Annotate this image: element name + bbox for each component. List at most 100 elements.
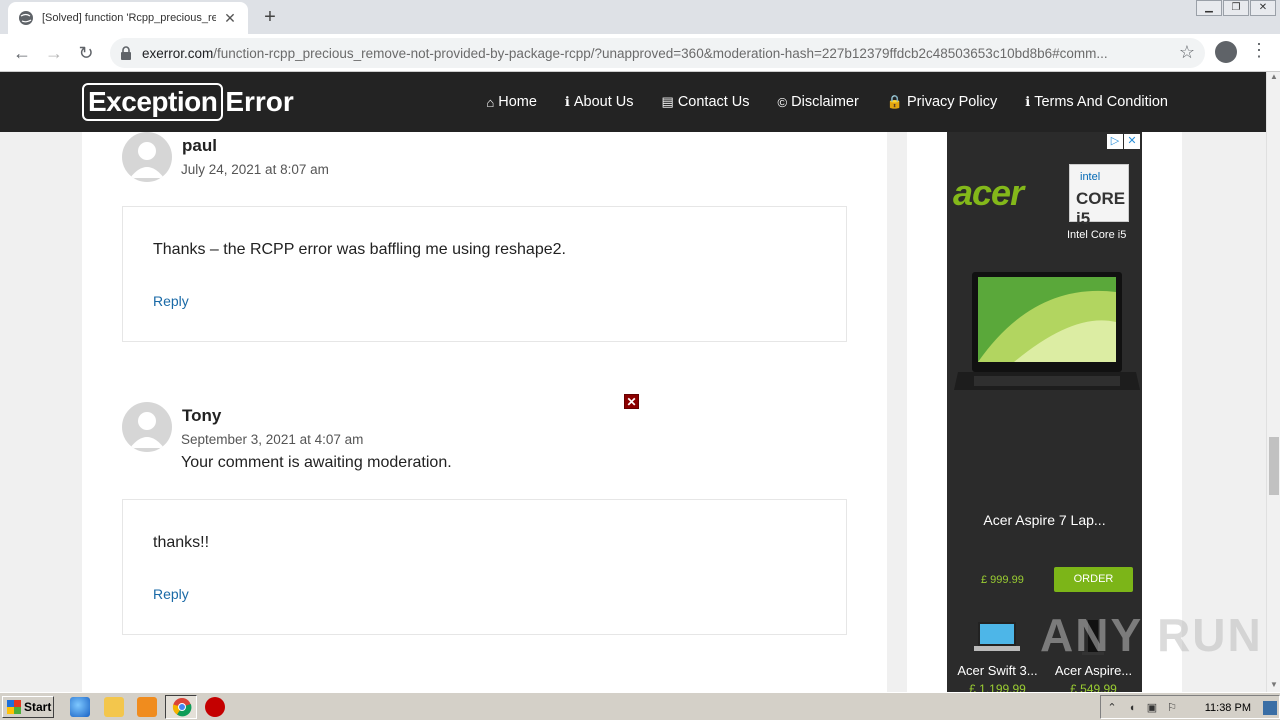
logo-rest: Error — [225, 86, 294, 117]
windows-flag-icon — [7, 700, 21, 714]
ad-dismiss-icon[interactable]: ✕ — [1124, 134, 1140, 149]
ie-icon[interactable] — [70, 697, 90, 717]
show-desktop-button[interactable] — [1263, 701, 1277, 715]
lock-icon: 🔒 — [886, 94, 903, 109]
home-icon: ⌂ — [486, 94, 495, 110]
ad-product-price: £ 1,199.99 — [969, 682, 1026, 692]
copyright-icon: © — [777, 94, 788, 110]
url-text: exerror.com/function-rcpp_precious_remov… — [142, 46, 1172, 61]
nav-home[interactable]: ⌂ Home — [486, 94, 537, 110]
page-scrollbar[interactable]: ▲ ▼ — [1266, 72, 1280, 692]
info-circle-icon: ℹ — [1025, 94, 1031, 109]
new-tab-button[interactable]: + — [258, 6, 282, 28]
default-avatar-icon — [130, 412, 164, 448]
profile-avatar-icon[interactable] — [1215, 41, 1237, 63]
order-button[interactable]: ORDER — [1054, 567, 1133, 592]
taskbar-chrome-button[interactable] — [165, 695, 197, 719]
nav-privacy-label: Privacy Policy — [907, 94, 998, 110]
ad-product-price: £ 549.99 — [1070, 682, 1117, 692]
site-logo[interactable]: Exception Error — [82, 82, 294, 122]
nav-about-us[interactable]: ℹ About Us — [565, 94, 634, 110]
folder-icon[interactable] — [104, 697, 124, 717]
nav-privacy-policy[interactable]: 🔒 Privacy Policy — [887, 94, 997, 110]
bookmark-star-icon[interactable]: ☆ — [1179, 42, 1195, 63]
tray-expand-icon[interactable]: ⌃ — [1105, 701, 1119, 715]
action-center-flag-icon[interactable]: ⚐ — [1165, 701, 1179, 715]
nav-contact-us[interactable]: ▤ Contact Us — [662, 94, 750, 110]
adchoices[interactable]: ▷ ✕ — [1106, 134, 1140, 149]
browser-toolbar: ← → ↻ exerror.com/function-rcpp_precious… — [0, 34, 1280, 72]
ad-product-name: Acer Swift 3... — [957, 663, 1038, 678]
default-avatar-icon — [130, 142, 164, 178]
laptop-image — [954, 272, 1140, 390]
intel-badge: intel CORE i5 — [1069, 164, 1129, 228]
comment-date[interactable]: July 24, 2021 at 8:07 am — [181, 162, 329, 177]
nav-terms-label: Terms And Condition — [1034, 94, 1168, 110]
intel-badge-line1: intel — [1080, 171, 1101, 183]
reload-button[interactable]: ↻ — [74, 41, 98, 65]
minimize-button[interactable]: ▁ — [1196, 0, 1222, 16]
ad-close-icon[interactable]: ✕ — [624, 394, 639, 409]
comment-date[interactable]: September 3, 2021 at 4:07 am — [181, 432, 363, 447]
lock-icon — [121, 46, 131, 60]
globe-icon — [19, 11, 33, 25]
comment-author[interactable]: paul — [182, 136, 217, 156]
product-title[interactable]: Acer Aspire 7 Lap... — [947, 512, 1142, 528]
avatar — [122, 402, 172, 452]
acer-logo: acer — [953, 172, 1024, 213]
tab-strip: [Solved] function 'Rcpp_precious_re ✕ + … — [0, 0, 1280, 34]
address-card-icon: ▤ — [661, 94, 674, 109]
forward-button[interactable]: → — [42, 41, 66, 65]
menu-kebab-icon[interactable]: ⋮ — [1250, 40, 1268, 61]
close-window-button[interactable]: ✕ — [1250, 0, 1276, 16]
comment-text: Thanks – the RCPP error was baffling me … — [153, 241, 566, 258]
start-label: Start — [24, 700, 52, 714]
comment-author: Tony — [182, 406, 222, 425]
watermark: ANY RUN — [1040, 609, 1263, 661]
nav-disclaimer-label: Disclaimer — [791, 94, 859, 110]
logo-box: Exception — [82, 83, 224, 121]
product-price: £ 999.99 — [981, 574, 1024, 586]
avatar — [122, 132, 172, 182]
window-controls: ▁ ❐ ✕ — [1195, 0, 1276, 18]
comment-body: thanks!! Reply — [122, 499, 847, 635]
media-player-icon[interactable] — [137, 697, 157, 717]
nav-about-label: About Us — [573, 94, 634, 110]
taskbar-clock[interactable]: 11:38 PM — [1205, 702, 1251, 714]
system-tray: ⌃ ◖ ▣ ⚐ 11:38 PM — [1100, 695, 1280, 719]
laptop-thumbnail — [974, 622, 1020, 651]
chrome-icon — [172, 698, 192, 717]
reply-link[interactable]: Reply — [153, 586, 189, 602]
volume-icon[interactable]: ◖ — [1125, 701, 1139, 715]
comment-text: thanks!! — [153, 534, 210, 551]
nav-terms[interactable]: ℹ Terms And Condition — [1025, 94, 1168, 110]
comment-body: Thanks – the RCPP error was baffling me … — [122, 206, 847, 342]
nav-home-label: Home — [498, 94, 537, 110]
adchoices-icon[interactable]: ▷ — [1107, 134, 1123, 149]
main-content: paul July 24, 2021 at 8:07 am Thanks – t… — [82, 132, 887, 692]
start-button[interactable]: Start — [2, 696, 54, 718]
site-header: Exception Error ⌂ Home ℹ About Us ▤ Contact… — [0, 72, 1266, 132]
back-button[interactable]: ← — [10, 41, 34, 65]
taskbar: Start ⌃ ◖ ▣ ⚐ 11:38 PM — [0, 692, 1280, 720]
page-viewport: Exception Error ⌂ Home ℹ About Us ▤ Contact… — [0, 72, 1266, 692]
intel-label: Intel Core i5 — [1067, 229, 1127, 241]
tab-close-icon[interactable]: ✕ — [222, 10, 238, 27]
info-icon: ℹ — [564, 94, 570, 109]
url-domain: exerror.com — [142, 46, 214, 61]
scroll-up-icon[interactable]: ▲ — [1267, 72, 1280, 84]
main-nav: ⌂ Home ℹ About Us ▤ Contact Us © Disclaimer … — [458, 72, 1168, 132]
network-icon[interactable]: ▣ — [1145, 701, 1159, 715]
stop-icon[interactable] — [205, 697, 225, 717]
tab-title: [Solved] function 'Rcpp_precious_re — [42, 12, 216, 24]
scrollbar-thumb[interactable] — [1269, 437, 1279, 495]
scroll-down-icon[interactable]: ▼ — [1267, 680, 1280, 692]
reply-link[interactable]: Reply — [153, 293, 189, 309]
restore-button[interactable]: ❐ — [1223, 0, 1249, 16]
browser-tab[interactable]: [Solved] function 'Rcpp_precious_re ✕ — [8, 2, 248, 34]
intel-badge-line2: CORE i5 — [1076, 189, 1126, 228]
address-bar[interactable]: exerror.com/function-rcpp_precious_remov… — [110, 38, 1205, 68]
nav-contact-label: Contact Us — [677, 94, 750, 110]
nav-disclaimer[interactable]: © Disclaimer — [778, 94, 859, 110]
moderation-notice: Your comment is awaiting moderation. — [181, 454, 452, 471]
